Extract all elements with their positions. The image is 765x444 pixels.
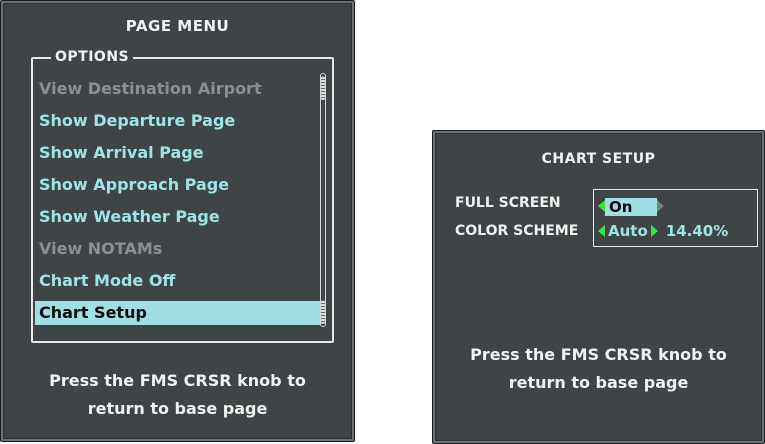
scrollbar-thumb-icon[interactable]	[321, 76, 325, 100]
arrow-left-icon[interactable]	[598, 224, 605, 237]
instruction-line-2: return to base page	[87, 399, 268, 418]
color-scheme-selector[interactable]: Auto 14.40%	[598, 220, 728, 242]
page-menu-title: PAGE MENU	[125, 17, 230, 35]
options-scrollbar[interactable]	[320, 73, 326, 327]
menu-item-chart-mode-off[interactable]: Chart Mode Off	[35, 265, 321, 297]
arrow-left-icon[interactable]	[598, 199, 605, 212]
chart-setup-instructions: Press the FMS CRSR knob to return to bas…	[433, 341, 764, 397]
color-scheme-label: COLOR SCHEME	[455, 223, 579, 239]
menu-item-show-departure-page[interactable]: Show Departure Page	[35, 105, 321, 137]
full-screen-row: FULL SCREEN	[455, 191, 596, 215]
full-screen-selector[interactable]: On	[598, 195, 664, 217]
menu-item-show-approach-page[interactable]: Show Approach Page	[35, 169, 321, 201]
menu-item-chart-setup[interactable]: Chart Setup	[35, 301, 321, 325]
menu-item-view-notams: View NOTAMs	[39, 239, 163, 258]
options-menu-list: View Destination Airport Show Departure …	[35, 73, 321, 325]
instruction-line-1: Press the FMS CRSR knob to	[470, 345, 727, 364]
full-screen-value[interactable]: On	[605, 197, 657, 216]
chart-setup-title: CHART SETUP	[541, 151, 656, 167]
color-scheme-value[interactable]: Auto	[605, 222, 651, 240]
options-group: OPTIONS View Destination Airport Show De…	[31, 47, 334, 343]
options-label: OPTIONS	[51, 47, 134, 67]
page-menu-window: PAGE MENU OPTIONS View Destination Airpo…	[0, 0, 355, 442]
setup-values-box: On Auto 14.40%	[593, 189, 758, 247]
menu-item-show-weather-page[interactable]: Show Weather Page	[35, 201, 321, 233]
chart-setup-window: CHART SETUP FULL SCREEN COLOR SCHEME On …	[432, 130, 765, 444]
color-scheme-percent[interactable]: 14.40%	[666, 222, 728, 240]
page-menu-instructions: Press the FMS CRSR knob to return to bas…	[1, 367, 354, 423]
menu-item-view-destination-airport: View Destination Airport	[39, 79, 262, 98]
menu-item-show-arrival-page[interactable]: Show Arrival Page	[35, 137, 321, 169]
full-screen-label: FULL SCREEN	[455, 195, 561, 211]
instruction-line-1: Press the FMS CRSR knob to	[49, 371, 306, 390]
instruction-line-2: return to base page	[508, 373, 689, 392]
color-scheme-row: COLOR SCHEME	[455, 219, 596, 243]
arrow-right-icon[interactable]	[650, 224, 658, 237]
scrollbar-thumb-icon[interactable]	[321, 300, 325, 324]
arrow-right-icon[interactable]	[657, 199, 664, 212]
